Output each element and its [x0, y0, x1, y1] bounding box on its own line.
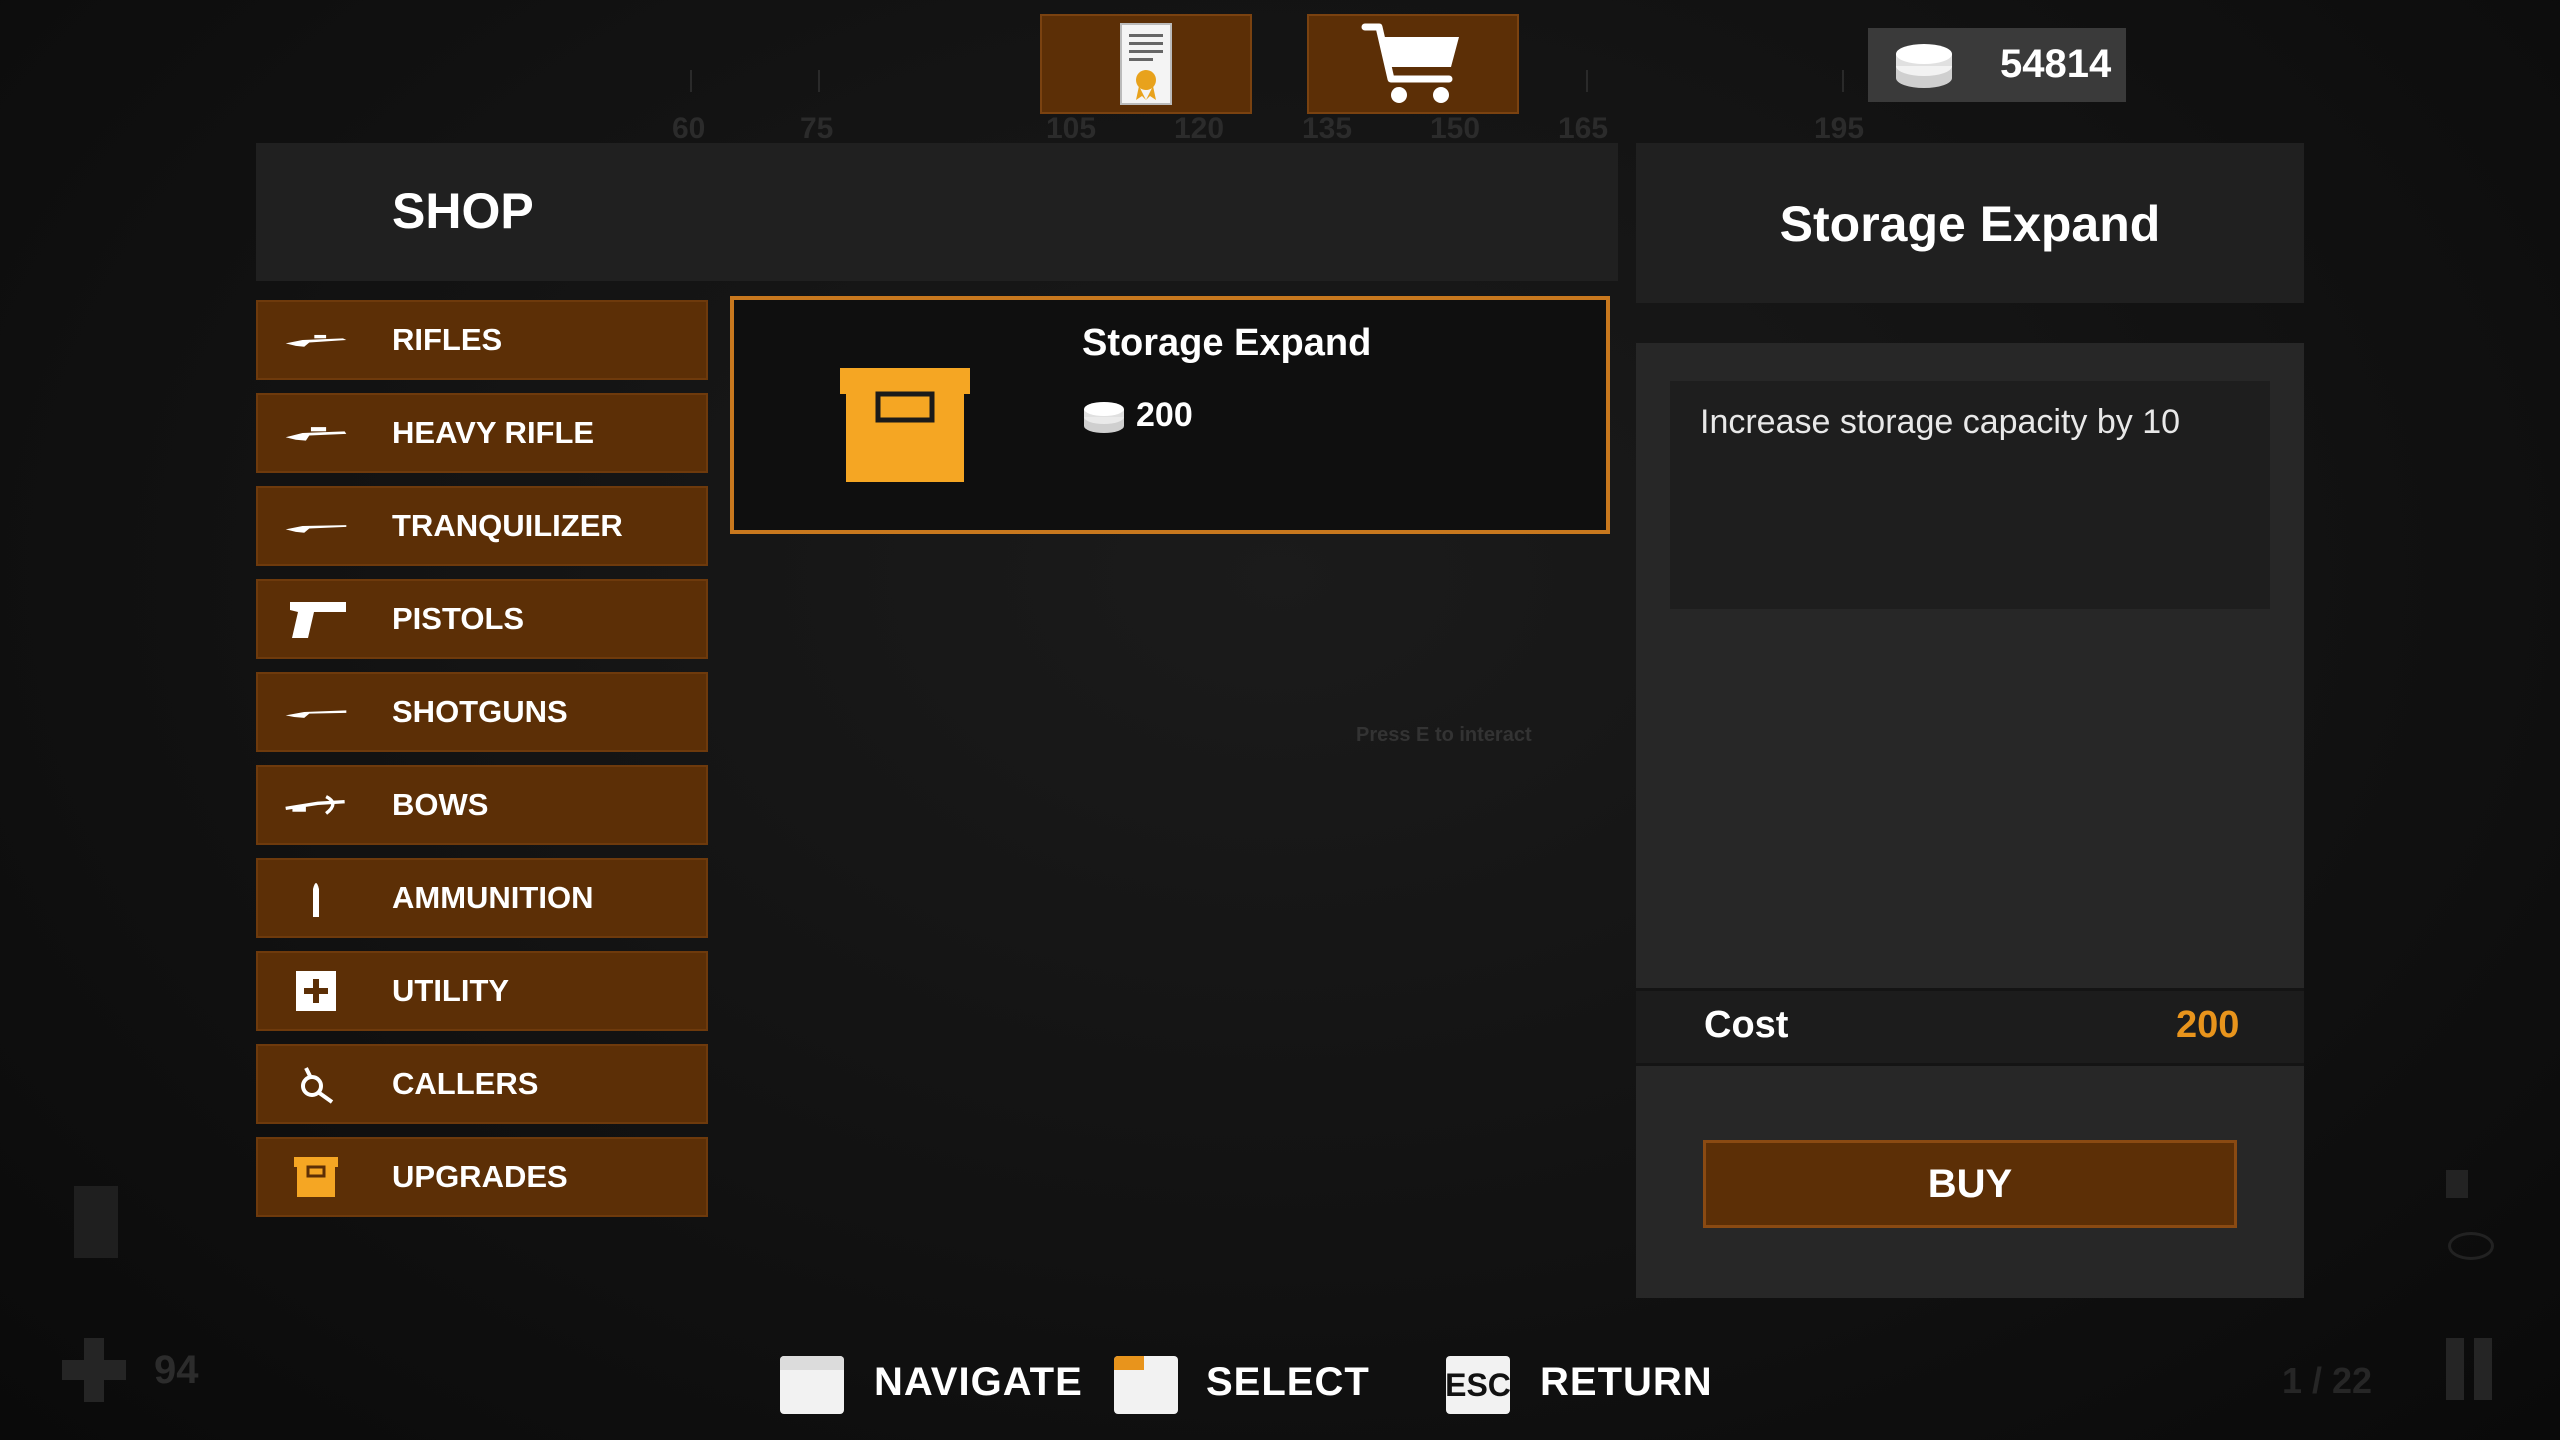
money-display: 54814 [1868, 28, 2126, 102]
certificate-button[interactable] [1040, 14, 1252, 114]
select-key-icon [1114, 1356, 1178, 1414]
compass-number: 75 [800, 112, 834, 145]
compass-number: 60 [672, 112, 706, 145]
category-label: TRANQUILIZER [392, 508, 623, 543]
esc-key-icon: ESC [1445, 1356, 1511, 1414]
rifle-icon [284, 320, 348, 360]
health-value: 94 [154, 1348, 199, 1392]
money-value: 54814 [2000, 42, 2112, 86]
cost-label: Cost [1704, 1004, 1789, 1046]
bow-icon [284, 785, 348, 825]
category-label: HEAVY RIFLE [392, 415, 595, 450]
cost-value: 200 [2176, 1004, 2240, 1046]
category-label: SHOTGUNS [392, 694, 568, 729]
item-name: Storage Expand [1082, 322, 1372, 364]
pistol-icon [284, 599, 348, 639]
select-hint: SELECT [1206, 1360, 1370, 1404]
category-label: UTILITY [392, 973, 510, 1008]
shotgun-icon [284, 692, 348, 732]
category-pistols[interactable]: PISTOLS [256, 579, 708, 659]
return-hint: RETURN [1540, 1360, 1713, 1404]
health-cross-icon [62, 1338, 126, 1402]
category-bows[interactable]: BOWS [256, 765, 708, 845]
heavy-rifle-icon [284, 413, 348, 453]
detail-title: Storage Expand [1779, 196, 2161, 252]
compass-number: 150 [1430, 112, 1481, 145]
cart-icon [1361, 23, 1459, 103]
interact-hint: Press E to interact [1356, 724, 1532, 746]
category-utility[interactable]: UTILITY [256, 951, 708, 1031]
compass-number: 195 [1814, 112, 1865, 145]
category-callers[interactable]: CALLERS [256, 1044, 708, 1124]
caller-icon [284, 1064, 348, 1104]
esc-key-label: ESC [1445, 1366, 1511, 1403]
coins-icon [1896, 44, 1952, 88]
category-label: AMMUNITION [392, 880, 594, 915]
certificate-icon [1120, 23, 1172, 105]
compass-number: 120 [1174, 112, 1225, 145]
category-heavy-rifle[interactable]: HEAVY RIFLE [256, 393, 708, 473]
category-label: UPGRADES [392, 1159, 568, 1194]
navigate-key-icon [780, 1356, 844, 1414]
eye-icon [2448, 1232, 2494, 1260]
compass-number: 135 [1302, 112, 1353, 145]
category-upgrades[interactable]: UPGRADES [256, 1137, 708, 1217]
compass-number: 165 [1558, 112, 1609, 145]
category-label: CALLERS [392, 1066, 539, 1101]
category-label: RIFLES [392, 322, 503, 357]
speaker-icon [2446, 1170, 2468, 1198]
category-tranquilizer[interactable]: TRANQUILIZER [256, 486, 708, 566]
cart-button[interactable] [1307, 14, 1519, 114]
bullet-icon [284, 878, 348, 918]
crate-icon [840, 368, 970, 482]
item-description: Increase storage capacity by 10 [1700, 403, 2181, 441]
category-label: PISTOLS [392, 601, 525, 636]
medkit-icon [284, 971, 348, 1011]
buy-button[interactable]: BUY [1703, 1140, 2237, 1228]
category-label: BOWS [392, 787, 489, 822]
compass-number: 105 [1046, 112, 1097, 145]
category-shotguns[interactable]: SHOTGUNS [256, 672, 708, 752]
crate-icon [284, 1157, 348, 1197]
category-ammunition[interactable]: AMMUNITION [256, 858, 708, 938]
page-counter: 1 / 22 [2282, 1360, 2373, 1401]
faint-document-icon [74, 1186, 118, 1258]
item-price: 200 [1136, 396, 1193, 434]
navigate-hint: NAVIGATE [874, 1360, 1083, 1404]
buy-label: BUY [1927, 1161, 2013, 1206]
coins-icon [1084, 402, 1124, 433]
pause-bar-icon [2474, 1338, 2492, 1400]
category-rifles[interactable]: RIFLES [256, 300, 708, 380]
pause-bar-icon [2446, 1338, 2464, 1400]
shop-title: SHOP [392, 183, 534, 239]
tranquilizer-icon [284, 506, 348, 546]
